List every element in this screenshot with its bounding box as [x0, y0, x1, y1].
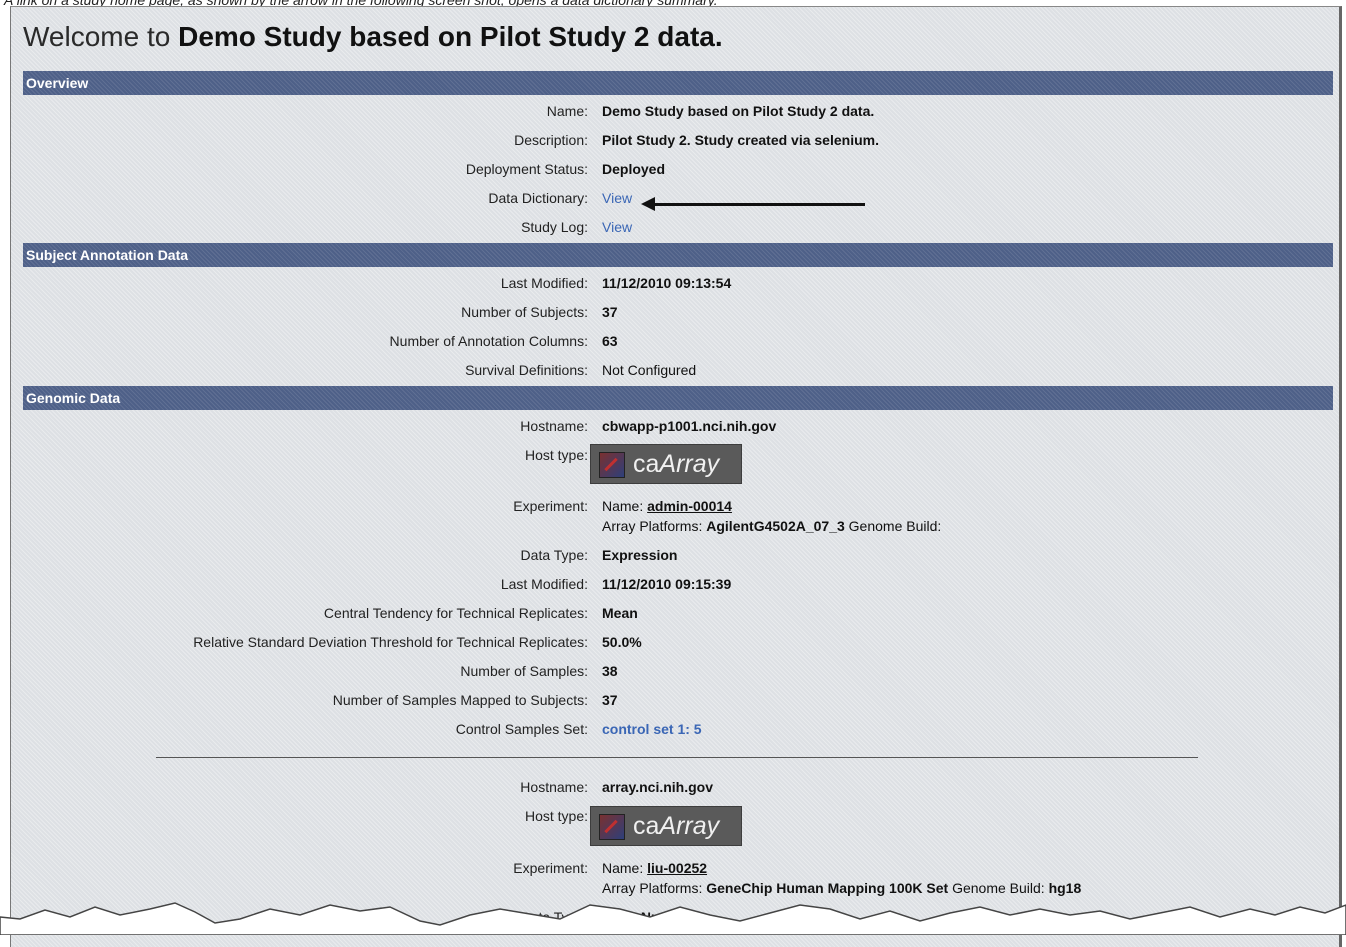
genomic-last-modified-row: Last Modified: 11/12/2010 09:15:39	[23, 570, 1333, 599]
samples-mapped-label: Number of Samples Mapped to Subjects:	[332, 692, 588, 708]
host-type-label: Host type:	[524, 808, 588, 824]
hostname-row-2: Hostname: array.nci.nih.gov	[23, 773, 1333, 802]
annotation-columns-label: Number of Annotation Columns:	[389, 333, 588, 349]
study-log-label: Study Log:	[521, 219, 588, 235]
study-log-view-link[interactable]: View	[602, 219, 632, 235]
rsd-threshold-label: Relative Standard Deviation Threshold fo…	[193, 634, 588, 650]
caarray-logo: caArray	[590, 444, 742, 484]
survival-definitions-label: Survival Definitions:	[465, 362, 588, 378]
study-home-page: Welcome to Demo Study based on Pilot Stu…	[10, 6, 1342, 947]
central-tendency-row: Central Tendency for Technical Replicate…	[23, 599, 1333, 628]
overview-header: Overview	[23, 71, 1333, 95]
subject-last-modified-row: Last Modified: 11/12/2010 09:13:54	[23, 269, 1333, 298]
samples-mapped-row: Number of Samples Mapped to Subjects: 37	[23, 686, 1333, 715]
name-value: Demo Study based on Pilot Study 2 data.	[602, 103, 875, 119]
number-of-subjects-value: 37	[602, 304, 618, 320]
annotation-columns-value: 63	[602, 333, 618, 349]
caarray-logo: caArray	[590, 806, 742, 846]
overview-data-dictionary-row: Data Dictionary: View	[23, 184, 1333, 213]
subject-annotation-header: Subject Annotation Data	[23, 243, 1333, 267]
array-platforms: Array Platforms: AgilentG4502A_07_3 Geno…	[602, 518, 942, 534]
genomic-last-modified-value: 11/12/2010 09:15:39	[602, 576, 732, 592]
survival-definitions-row: Survival Definitions: Not Configured	[23, 356, 1333, 385]
overview-deployment-row: Deployment Status: Deployed	[23, 155, 1333, 184]
description-value: Pilot Study 2. Study created via seleniu…	[602, 132, 879, 148]
caarray-icon	[599, 814, 625, 840]
data-type-label: Data Type:	[520, 547, 588, 563]
rsd-threshold-row: Relative Standard Deviation Threshold fo…	[23, 628, 1333, 657]
array-platforms-row-1: Array Platforms: AgilentG4502A_07_3 Geno…	[23, 512, 1333, 541]
rsd-threshold-value: 50.0%	[602, 634, 642, 650]
central-tendency-label: Central Tendency for Technical Replicate…	[323, 605, 588, 621]
subject-count-row: Number of Subjects: 37	[23, 298, 1333, 327]
hostname-label: Hostname:	[520, 418, 588, 434]
control-samples-link[interactable]: control set 1: 5	[602, 721, 702, 737]
hostname-label: Hostname:	[520, 779, 588, 795]
page-title: Welcome to Demo Study based on Pilot Stu…	[23, 21, 723, 52]
data-dictionary-label: Data Dictionary:	[488, 190, 588, 206]
hostname-value: cbwapp-p1001.nci.nih.gov	[602, 418, 777, 434]
central-tendency-value: Mean	[602, 605, 638, 621]
genomic-data-header: Genomic Data	[23, 386, 1333, 410]
number-of-samples-value: 38	[602, 663, 618, 679]
deployment-status-label: Deployment Status:	[465, 161, 588, 177]
number-of-samples-label: Number of Samples:	[460, 663, 588, 679]
hostname-value: array.nci.nih.gov	[602, 779, 713, 795]
callout-arrow	[641, 197, 865, 211]
torn-edge	[0, 902, 1346, 935]
samples-mapped-value: 37	[602, 692, 618, 708]
annotation-columns-row: Number of Annotation Columns: 63	[23, 327, 1333, 356]
data-type-value: Expression	[602, 547, 678, 563]
caarray-icon	[599, 452, 625, 478]
last-modified-label: Last Modified:	[500, 275, 588, 291]
overview-name-row: Name: Demo Study based on Pilot Study 2 …	[23, 97, 1333, 126]
name-label: Name:	[546, 103, 588, 119]
overview-description-row: Description: Pilot Study 2. Study create…	[23, 126, 1333, 155]
number-of-subjects-label: Number of Subjects:	[461, 304, 588, 320]
control-samples-row: Control Samples Set: control set 1: 5	[23, 715, 1333, 744]
number-of-samples-row: Number of Samples: 38	[23, 657, 1333, 686]
divider	[156, 757, 1198, 758]
data-type-row-1: Data Type: Expression	[23, 541, 1333, 570]
host-type-label: Host type:	[524, 447, 588, 463]
overview-study-log-row: Study Log: View	[23, 213, 1333, 242]
array-platforms: Array Platforms: GeneChip Human Mapping …	[602, 880, 1082, 896]
last-modified-value: 11/12/2010 09:13:54	[602, 275, 732, 291]
control-samples-label: Control Samples Set:	[455, 721, 588, 737]
genomic-last-modified-label: Last Modified:	[500, 576, 588, 592]
description-label: Description:	[514, 132, 588, 148]
hostname-row-1: Hostname: cbwapp-p1001.nci.nih.gov	[23, 412, 1333, 441]
survival-definitions-value: Not Configured	[602, 362, 697, 378]
data-dictionary-view-link[interactable]: View	[602, 190, 632, 206]
deployment-status-value: Deployed	[602, 161, 666, 177]
